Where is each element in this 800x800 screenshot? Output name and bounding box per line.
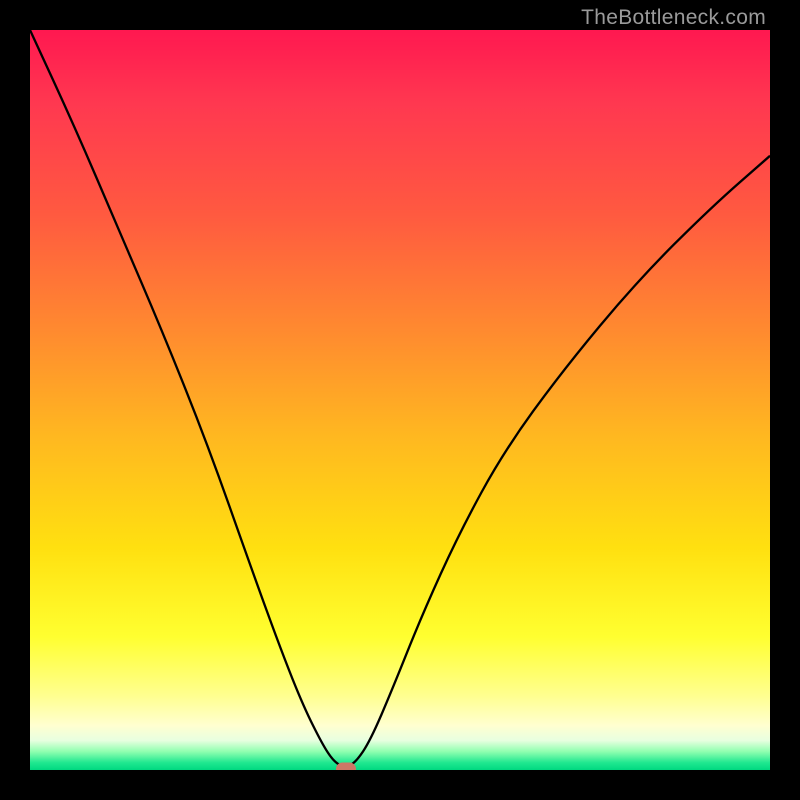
curve-svg <box>30 30 770 770</box>
watermark-text: TheBottleneck.com <box>581 6 766 30</box>
plot-area <box>30 30 770 770</box>
optimum-marker <box>336 762 356 770</box>
bottleneck-curve-path <box>30 30 770 766</box>
chart-frame: TheBottleneck.com <box>0 0 800 800</box>
